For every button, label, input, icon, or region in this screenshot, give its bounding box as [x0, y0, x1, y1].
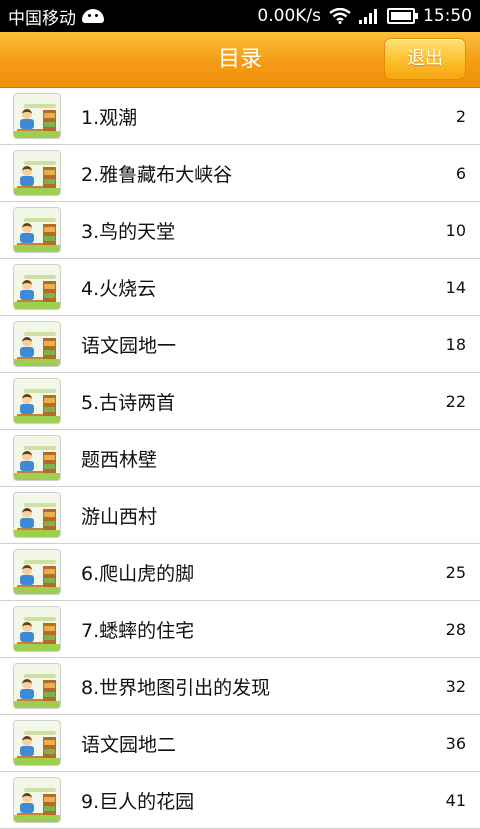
textbook-cover-icon — [13, 606, 61, 652]
list-item[interactable]: 2.雅鲁藏布大峡谷 6 — [0, 145, 480, 202]
textbook-cover-icon — [13, 150, 61, 196]
status-indicators: 0.00K/s 15:50 — [257, 6, 472, 26]
list-item-page-number: 28 — [445, 619, 466, 639]
textbook-cover-icon — [13, 663, 61, 709]
list-item[interactable]: 语文园地二 36 — [0, 715, 480, 772]
list-item-page-number: 25 — [445, 562, 466, 582]
list-item-title: 5.古诗两首 — [81, 391, 176, 414]
list-item[interactable]: 3.鸟的天堂 10 — [0, 202, 480, 259]
list-item-page-number: 32 — [445, 676, 466, 696]
textbook-cover-icon — [13, 720, 61, 766]
battery-icon — [387, 8, 418, 24]
list-item[interactable]: 题西林壁 — [0, 430, 480, 487]
list-item[interactable]: 6.爬山虎的脚 25 — [0, 544, 480, 601]
list-item-page-number: 10 — [445, 220, 466, 240]
textbook-cover-icon — [13, 435, 61, 481]
list-item-title: 4.火烧云 — [81, 277, 157, 300]
table-of-contents-list: 1.观潮 2 2.雅鲁藏布大峡谷 6 3.鸟的天堂 10 4.火烧云 14 语文园地一 18 5.古… — [0, 88, 480, 829]
carrier-name: 中国移动 — [8, 8, 76, 29]
list-item-title: 游山西村 — [81, 505, 158, 528]
textbook-cover-icon — [13, 207, 61, 253]
list-item-title: 题西林壁 — [81, 448, 158, 471]
list-item-page-number: 2 — [455, 106, 466, 126]
list-item[interactable]: 游山西村 — [0, 487, 480, 544]
list-item-title: 9.巨人的花园 — [81, 790, 195, 813]
list-item-page-number: 22 — [445, 391, 466, 411]
list-item-title: 语文园地二 — [81, 733, 177, 756]
list-item-page-number: 6 — [455, 163, 466, 183]
android-notification-icon — [82, 9, 104, 23]
title-bar: 目录 退出 — [0, 32, 480, 88]
list-item-page-number: 36 — [445, 733, 466, 753]
list-item-title: 6.爬山虎的脚 — [81, 562, 195, 585]
list-item[interactable]: 5.古诗两首 22 — [0, 373, 480, 430]
signal-strength-icon — [359, 8, 379, 24]
exit-button[interactable]: 退出 — [384, 38, 466, 80]
list-item-page-number: 18 — [445, 334, 466, 354]
textbook-cover-icon — [13, 264, 61, 310]
list-item-title: 7.蟋蟀的住宅 — [81, 619, 195, 642]
textbook-cover-icon — [13, 777, 61, 823]
clock: 15:50 — [423, 6, 472, 26]
textbook-cover-icon — [13, 321, 61, 367]
list-item[interactable]: 语文园地一 18 — [0, 316, 480, 373]
wifi-icon — [329, 8, 351, 24]
list-item[interactable]: 1.观潮 2 — [0, 88, 480, 145]
textbook-cover-icon — [13, 549, 61, 595]
network-speed: 0.00K/s — [257, 6, 321, 26]
status-bar: 中国移动 0.00K/s 15:50 — [0, 0, 480, 32]
list-item[interactable]: 7.蟋蟀的住宅 28 — [0, 601, 480, 658]
list-item-title: 8.世界地图引出的发现 — [81, 676, 271, 699]
textbook-cover-icon — [13, 93, 61, 139]
list-item-page-number: 41 — [445, 790, 466, 810]
list-item-title: 1.观潮 — [81, 106, 138, 129]
list-item[interactable]: 4.火烧云 14 — [0, 259, 480, 316]
list-item[interactable]: 9.巨人的花园 41 — [0, 772, 480, 829]
list-item-title: 2.雅鲁藏布大峡谷 — [81, 163, 233, 186]
list-item-title: 语文园地一 — [81, 334, 177, 357]
list-item-page-number: 14 — [445, 277, 466, 297]
textbook-cover-icon — [13, 492, 61, 538]
list-item-title: 3.鸟的天堂 — [81, 220, 176, 243]
list-item[interactable]: 8.世界地图引出的发现 32 — [0, 658, 480, 715]
textbook-cover-icon — [13, 378, 61, 424]
